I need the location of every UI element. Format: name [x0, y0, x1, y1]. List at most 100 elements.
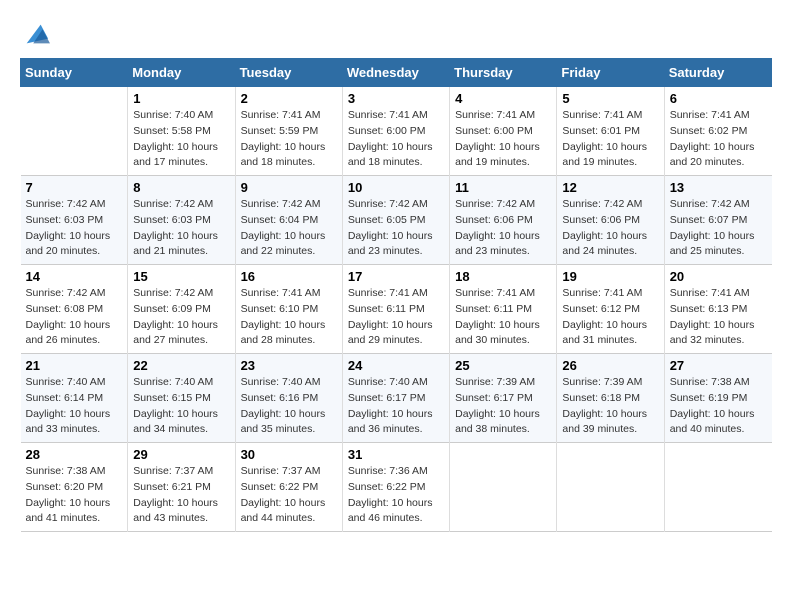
day-info: Sunrise: 7:42 AM Sunset: 6:08 PM Dayligh…: [26, 286, 123, 349]
day-number: 2: [241, 91, 337, 106]
day-info: Sunrise: 7:41 AM Sunset: 6:10 PM Dayligh…: [241, 286, 337, 349]
calendar-table: SundayMondayTuesdayWednesdayThursdayFrid…: [20, 58, 772, 532]
header-row: SundayMondayTuesdayWednesdayThursdayFrid…: [21, 59, 772, 87]
calendar-cell: 20 Sunrise: 7:41 AM Sunset: 6:13 PM Dayli…: [664, 265, 771, 354]
calendar-week-row: 7 Sunrise: 7:42 AM Sunset: 6:03 PM Daylig…: [21, 176, 772, 265]
day-info: Sunrise: 7:40 AM Sunset: 5:58 PM Dayligh…: [133, 108, 229, 171]
day-number: 9: [241, 180, 337, 195]
calendar-cell: 1 Sunrise: 7:40 AM Sunset: 5:58 PM Daylig…: [128, 87, 235, 176]
calendar-week-row: 21 Sunrise: 7:40 AM Sunset: 6:14 PM Dayli…: [21, 354, 772, 443]
day-number: 7: [26, 180, 123, 195]
day-number: 31: [348, 447, 444, 462]
calendar-cell: 10 Sunrise: 7:42 AM Sunset: 6:05 PM Dayli…: [342, 176, 449, 265]
weekday-header: Thursday: [450, 59, 557, 87]
day-number: 5: [562, 91, 658, 106]
day-info: Sunrise: 7:38 AM Sunset: 6:20 PM Dayligh…: [26, 464, 123, 527]
calendar-cell: 27Sunrise: 7:38 AM Sunset: 6:19 PM Dayli…: [664, 354, 771, 443]
day-info: Sunrise: 7:40 AM Sunset: 6:15 PM Dayligh…: [133, 375, 229, 438]
day-info: Sunrise: 7:40 AM Sunset: 6:14 PM Dayligh…: [26, 375, 123, 438]
calendar-cell: [21, 87, 128, 176]
calendar-cell: 23 Sunrise: 7:40 AM Sunset: 6:16 PM Dayli…: [235, 354, 342, 443]
day-number: 11: [455, 180, 551, 195]
day-number: 15: [133, 269, 229, 284]
day-info: Sunrise: 7:41 AM Sunset: 6:11 PM Dayligh…: [455, 286, 551, 349]
day-info: Sunrise: 7:41 AM Sunset: 5:59 PM Dayligh…: [241, 108, 337, 171]
logo: [20, 20, 50, 48]
day-info: Sunrise: 7:42 AM Sunset: 6:03 PM Dayligh…: [133, 197, 229, 260]
weekday-header: Saturday: [664, 59, 771, 87]
day-number: 1: [133, 91, 229, 106]
calendar-cell: [450, 443, 557, 532]
day-number: 18: [455, 269, 551, 284]
day-number: 17: [348, 269, 444, 284]
calendar-cell: 11 Sunrise: 7:42 AM Sunset: 6:06 PM Dayli…: [450, 176, 557, 265]
day-info: Sunrise: 7:37 AM Sunset: 6:22 PM Dayligh…: [241, 464, 337, 527]
day-number: 16: [241, 269, 337, 284]
day-number: 19: [562, 269, 658, 284]
calendar-week-row: 28 Sunrise: 7:38 AM Sunset: 6:20 PM Dayli…: [21, 443, 772, 532]
day-info: Sunrise: 7:41 AM Sunset: 6:00 PM Dayligh…: [455, 108, 551, 171]
day-info: Sunrise: 7:42 AM Sunset: 6:05 PM Dayligh…: [348, 197, 444, 260]
calendar-cell: 19 Sunrise: 7:41 AM Sunset: 6:12 PM Dayli…: [557, 265, 664, 354]
day-number: 25: [455, 358, 551, 373]
calendar-cell: 6 Sunrise: 7:41 AM Sunset: 6:02 PM Daylig…: [664, 87, 771, 176]
day-number: 28: [26, 447, 123, 462]
day-number: 26: [562, 358, 658, 373]
day-number: 4: [455, 91, 551, 106]
calendar-week-row: 14 Sunrise: 7:42 AM Sunset: 6:08 PM Dayli…: [21, 265, 772, 354]
day-number: 12: [562, 180, 658, 195]
day-info: Sunrise: 7:36 AM Sunset: 6:22 PM Dayligh…: [348, 464, 444, 527]
day-number: 8: [133, 180, 229, 195]
day-info: Sunrise: 7:42 AM Sunset: 6:06 PM Dayligh…: [455, 197, 551, 260]
day-info: Sunrise: 7:37 AM Sunset: 6:21 PM Dayligh…: [133, 464, 229, 527]
weekday-header: Wednesday: [342, 59, 449, 87]
calendar-cell: 12 Sunrise: 7:42 AM Sunset: 6:06 PM Dayli…: [557, 176, 664, 265]
calendar-cell: [664, 443, 771, 532]
day-info: Sunrise: 7:41 AM Sunset: 6:12 PM Dayligh…: [562, 286, 658, 349]
day-number: 6: [670, 91, 767, 106]
calendar-cell: 9Sunrise: 7:42 AM Sunset: 6:04 PM Daylig…: [235, 176, 342, 265]
calendar-cell: 15 Sunrise: 7:42 AM Sunset: 6:09 PM Dayli…: [128, 265, 235, 354]
day-number: 23: [241, 358, 337, 373]
day-number: 10: [348, 180, 444, 195]
calendar-cell: 25 Sunrise: 7:39 AM Sunset: 6:17 PM Dayli…: [450, 354, 557, 443]
day-number: 22: [133, 358, 229, 373]
day-info: Sunrise: 7:42 AM Sunset: 6:09 PM Dayligh…: [133, 286, 229, 349]
day-number: 20: [670, 269, 767, 284]
day-number: 21: [26, 358, 123, 373]
calendar-cell: 4 Sunrise: 7:41 AM Sunset: 6:00 PM Daylig…: [450, 87, 557, 176]
calendar-cell: 3Sunrise: 7:41 AM Sunset: 6:00 PM Daylig…: [342, 87, 449, 176]
page-header: [20, 20, 772, 48]
calendar-cell: 8 Sunrise: 7:42 AM Sunset: 6:03 PM Daylig…: [128, 176, 235, 265]
calendar-cell: 14 Sunrise: 7:42 AM Sunset: 6:08 PM Dayli…: [21, 265, 128, 354]
calendar-cell: 22 Sunrise: 7:40 AM Sunset: 6:15 PM Dayli…: [128, 354, 235, 443]
calendar-cell: 17 Sunrise: 7:41 AM Sunset: 6:11 PM Dayli…: [342, 265, 449, 354]
day-info: Sunrise: 7:41 AM Sunset: 6:02 PM Dayligh…: [670, 108, 767, 171]
day-info: Sunrise: 7:41 AM Sunset: 6:13 PM Dayligh…: [670, 286, 767, 349]
day-info: Sunrise: 7:38 AM Sunset: 6:19 PM Dayligh…: [670, 375, 767, 438]
day-info: Sunrise: 7:40 AM Sunset: 6:16 PM Dayligh…: [241, 375, 337, 438]
calendar-cell: [557, 443, 664, 532]
calendar-cell: 31 Sunrise: 7:36 AM Sunset: 6:22 PM Dayli…: [342, 443, 449, 532]
day-info: Sunrise: 7:41 AM Sunset: 6:00 PM Dayligh…: [348, 108, 444, 171]
calendar-cell: 16 Sunrise: 7:41 AM Sunset: 6:10 PM Dayli…: [235, 265, 342, 354]
calendar-cell: 24Sunrise: 7:40 AM Sunset: 6:17 PM Dayli…: [342, 354, 449, 443]
day-number: 24: [348, 358, 444, 373]
weekday-header: Tuesday: [235, 59, 342, 87]
calendar-week-row: 1 Sunrise: 7:40 AM Sunset: 5:58 PM Daylig…: [21, 87, 772, 176]
calendar-cell: 18 Sunrise: 7:41 AM Sunset: 6:11 PM Dayli…: [450, 265, 557, 354]
logo-icon: [22, 20, 50, 48]
day-number: 13: [670, 180, 767, 195]
day-info: Sunrise: 7:41 AM Sunset: 6:11 PM Dayligh…: [348, 286, 444, 349]
calendar-cell: 28 Sunrise: 7:38 AM Sunset: 6:20 PM Dayli…: [21, 443, 128, 532]
day-info: Sunrise: 7:42 AM Sunset: 6:06 PM Dayligh…: [562, 197, 658, 260]
day-info: Sunrise: 7:42 AM Sunset: 6:07 PM Dayligh…: [670, 197, 767, 260]
day-info: Sunrise: 7:39 AM Sunset: 6:17 PM Dayligh…: [455, 375, 551, 438]
calendar-cell: 30Sunrise: 7:37 AM Sunset: 6:22 PM Dayli…: [235, 443, 342, 532]
calendar-cell: 2 Sunrise: 7:41 AM Sunset: 5:59 PM Daylig…: [235, 87, 342, 176]
day-info: Sunrise: 7:39 AM Sunset: 6:18 PM Dayligh…: [562, 375, 658, 438]
day-number: 14: [26, 269, 123, 284]
weekday-header: Friday: [557, 59, 664, 87]
weekday-header: Monday: [128, 59, 235, 87]
calendar-cell: 7Sunrise: 7:42 AM Sunset: 6:03 PM Daylig…: [21, 176, 128, 265]
